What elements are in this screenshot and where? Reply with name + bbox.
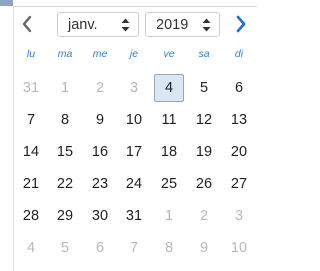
page: janv. 2019 lu ma me je ve sa di 31 1 2 3… bbox=[0, 0, 257, 271]
day-cell[interactable]: 15 bbox=[50, 138, 80, 166]
weekday-label: lu bbox=[26, 48, 36, 60]
day-cell[interactable]: 5 bbox=[189, 74, 219, 102]
chevron-left-icon bbox=[21, 15, 33, 33]
weekday-label: je bbox=[129, 48, 139, 60]
day-cell[interactable]: 25 bbox=[154, 170, 184, 198]
day-cell[interactable]: 18 bbox=[154, 138, 184, 166]
previous-month-button[interactable] bbox=[18, 14, 36, 34]
day-cell[interactable]: 7 bbox=[16, 106, 46, 134]
day-cell[interactable]: 21 bbox=[16, 170, 46, 198]
adjacent-month-day-cell[interactable]: 3 bbox=[224, 202, 254, 230]
day-cell[interactable]: 29 bbox=[50, 202, 80, 230]
year-select-value: 2019 bbox=[156, 17, 189, 33]
day-grid: 31 1 2 3 4 5 6 7 8 9 10 11 12 13 14 15 16 17 18 19 20 21 22 23 2… bbox=[14, 74, 257, 269]
adjacent-month-day-cell[interactable]: 31 bbox=[16, 74, 46, 102]
weekday-header: lu ma me je ve sa di bbox=[14, 47, 257, 67]
month-select[interactable]: janv. bbox=[57, 12, 139, 37]
adjacent-month-day-cell[interactable]: 6 bbox=[85, 234, 115, 262]
day-cell[interactable]: 10 bbox=[119, 106, 149, 134]
day-cell[interactable]: 26 bbox=[189, 170, 219, 198]
adjacent-month-day-cell[interactable]: 2 bbox=[189, 202, 219, 230]
day-cell[interactable]: 17 bbox=[119, 138, 149, 166]
weekday-label: me bbox=[92, 48, 108, 60]
day-cell[interactable]: 12 bbox=[189, 106, 219, 134]
adjacent-month-day-cell[interactable]: 1 bbox=[154, 202, 184, 230]
weekday-label: ve bbox=[163, 48, 175, 60]
adjacent-month-day-cell[interactable]: 10 bbox=[224, 234, 254, 262]
adjacent-month-day-cell[interactable]: 8 bbox=[154, 234, 184, 262]
day-cell[interactable]: 27 bbox=[224, 170, 254, 198]
updown-arrows-icon bbox=[202, 18, 211, 32]
month-navigation: janv. 2019 bbox=[14, 7, 257, 41]
adjacent-month-day-cell[interactable]: 4 bbox=[16, 234, 46, 262]
day-cell[interactable]: 8 bbox=[50, 106, 80, 134]
weekday-label: sa bbox=[198, 48, 210, 60]
day-cell[interactable]: 22 bbox=[50, 170, 80, 198]
adjacent-month-day-cell[interactable]: 7 bbox=[119, 234, 149, 262]
date-picker: janv. 2019 lu ma me je ve sa di 31 1 2 3… bbox=[13, 6, 257, 271]
adjacent-month-day-cell[interactable]: 5 bbox=[50, 234, 80, 262]
day-cell[interactable]: 9 bbox=[85, 106, 115, 134]
day-cell[interactable]: 11 bbox=[154, 106, 184, 134]
weekday-label: ma bbox=[57, 48, 73, 60]
adjacent-month-day-cell[interactable]: 9 bbox=[189, 234, 219, 262]
adjacent-month-day-cell[interactable]: 1 bbox=[50, 74, 80, 102]
day-cell[interactable]: 13 bbox=[224, 106, 254, 134]
corner-tab bbox=[0, 0, 13, 6]
adjacent-month-day-cell[interactable]: 2 bbox=[85, 74, 115, 102]
selected-day-cell[interactable]: 4 bbox=[154, 74, 184, 102]
weekday-label: di bbox=[234, 48, 244, 60]
day-cell[interactable]: 30 bbox=[85, 202, 115, 230]
chevron-right-icon bbox=[235, 15, 247, 33]
day-cell[interactable]: 23 bbox=[85, 170, 115, 198]
day-cell[interactable]: 14 bbox=[16, 138, 46, 166]
updown-arrows-icon bbox=[121, 18, 130, 32]
day-cell[interactable]: 20 bbox=[224, 138, 254, 166]
day-cell[interactable]: 24 bbox=[119, 170, 149, 198]
adjacent-month-day-cell[interactable]: 3 bbox=[119, 74, 149, 102]
day-cell[interactable]: 19 bbox=[189, 138, 219, 166]
day-cell[interactable]: 28 bbox=[16, 202, 46, 230]
day-cell[interactable]: 31 bbox=[119, 202, 149, 230]
next-month-button[interactable] bbox=[232, 14, 250, 34]
day-cell[interactable]: 6 bbox=[224, 74, 254, 102]
month-select-value: janv. bbox=[68, 17, 98, 33]
day-cell[interactable]: 16 bbox=[85, 138, 115, 166]
year-select[interactable]: 2019 bbox=[145, 12, 220, 37]
